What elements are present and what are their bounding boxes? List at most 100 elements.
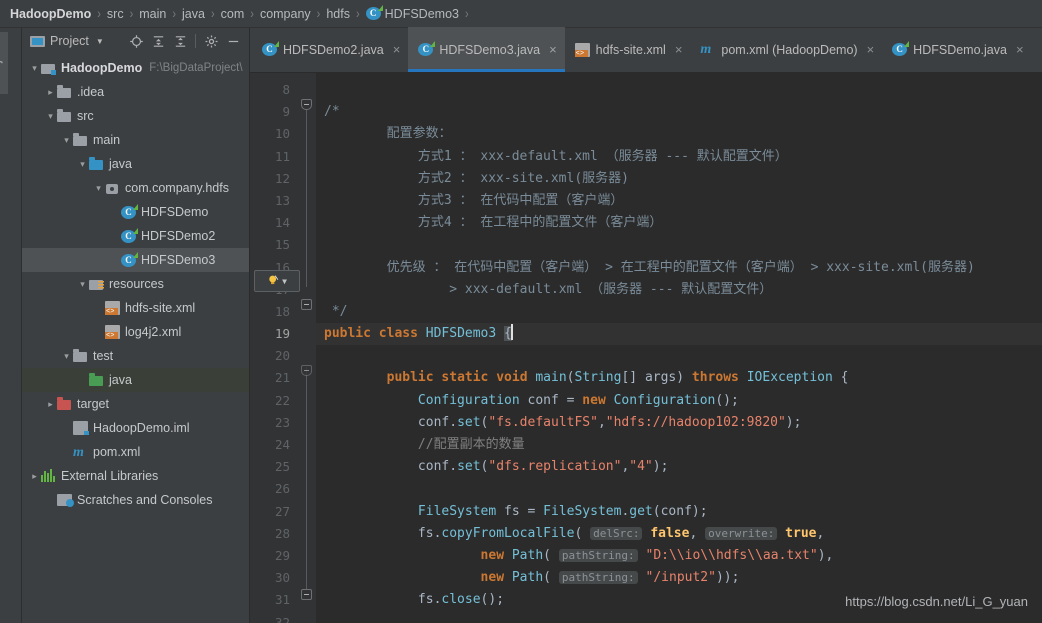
breadcrumb-item-main[interactable]: main [139, 7, 166, 21]
locate-icon[interactable] [126, 31, 146, 51]
code-line-9[interactable]: /* [316, 101, 1042, 123]
test-source-folder-icon [89, 373, 104, 388]
code-line-17[interactable]: > xxx-default.xml （服务器 --- 默认配置文件） [316, 279, 1042, 301]
tree-item-test[interactable]: ▾ test [22, 344, 249, 368]
chevron-down-icon[interactable]: ▾ [60, 135, 73, 145]
breadcrumb-label: hdfs [326, 6, 350, 21]
tree-item--idea[interactable]: ▸ .idea [22, 80, 249, 104]
tree-item-hdfs-site-xml[interactable]: hdfs-site.xml [22, 296, 249, 320]
breadcrumb-item-hdfs[interactable]: hdfs [326, 7, 350, 21]
chevron-down-icon[interactable]: ▾ [28, 63, 41, 73]
collapse-all-icon[interactable] [170, 31, 190, 51]
tree-item-scratches-and-consoles[interactable]: Scratches and Consoles [22, 488, 249, 512]
chevron-down-icon[interactable]: ▾ [60, 351, 73, 361]
code-line-30[interactable]: new Path( pathString: "/input2")); [316, 567, 1042, 589]
tree-item-label: HadoopDemo.iml [93, 421, 190, 435]
code-line-18[interactable]: */ [316, 301, 1042, 323]
tree-item-java[interactable]: java [22, 368, 249, 392]
tree-item-com-company-hdfs[interactable]: ▾ com.company.hdfs [22, 176, 249, 200]
project-tree[interactable]: ▾ HadoopDemo F:\BigDataProject\ ▸ .idea ▾ src ▾… [22, 54, 249, 623]
tree-item-hdfsdemo3[interactable]: C HDFSDemo3 [22, 248, 249, 272]
chevron-right-icon[interactable]: ▸ [44, 399, 57, 409]
tree-item-log4j2-xml[interactable]: log4j2.xml [22, 320, 249, 344]
code-line-27[interactable]: FileSystem fs = FileSystem.get(conf); [316, 501, 1042, 523]
breadcrumb-item-hdfsdemo3[interactable]: C HDFSDemo3 [365, 5, 459, 21]
breadcrumb-label: com [220, 6, 245, 21]
hide-panel-icon[interactable] [223, 31, 243, 51]
code-line-11[interactable]: 方式1 ： xxx-default.xml （服务器 --- 默认配置文件） [316, 146, 1042, 168]
breadcrumb-item-com[interactable]: com [221, 7, 245, 21]
code-content[interactable]: /* 配置参数： 方式1 ： xxx-default.xml （服务器 --- … [316, 73, 1042, 623]
code-line-20[interactable] [316, 345, 1042, 367]
java-class-icon: C [121, 203, 138, 219]
module-icon [41, 61, 56, 76]
settings-gear-icon[interactable] [201, 31, 221, 51]
code-folding-column[interactable] [298, 73, 316, 623]
chevron-down-icon[interactable]: ▾ [76, 279, 89, 289]
tree-item-hdfsdemo2[interactable]: C HDFSDemo2 [22, 224, 249, 248]
code-line-32[interactable] [316, 612, 1042, 623]
code-line-15[interactable] [316, 234, 1042, 256]
code-line-10[interactable]: 配置参数： [316, 123, 1042, 145]
code-line-12[interactable]: 方式2 ： xxx-site.xml(服务器) [316, 168, 1042, 190]
editor-tab-hdfsdemo3-java[interactable]: C HDFSDemo3.java × [408, 27, 565, 72]
tree-item-hadoopdemo-iml[interactable]: HadoopDemo.iml [22, 416, 249, 440]
code-line-14[interactable]: 方式4 ： 在工程中的配置文件（客户端） [316, 212, 1042, 234]
breadcrumb-item-company[interactable]: company [260, 7, 311, 21]
close-icon[interactable]: × [675, 43, 683, 56]
chevron-down-icon[interactable]: ▾ [44, 111, 57, 121]
close-icon[interactable]: × [549, 43, 557, 56]
code-line-22[interactable]: Configuration conf = new Configuration()… [316, 390, 1042, 412]
breadcrumb-item-src[interactable]: src [107, 7, 124, 21]
code-line-26[interactable] [316, 478, 1042, 500]
tree-item-external-libraries[interactable]: ▸ External Libraries [22, 464, 249, 488]
fold-toggle-comment-end[interactable] [301, 299, 312, 310]
code-line-25[interactable]: conf.set("dfs.replication","4"); [316, 456, 1042, 478]
fold-toggle-comment[interactable] [301, 99, 312, 110]
editor-tab-pom-xml-hadoopdemo-[interactable]: m pom.xml (HadoopDemo) × [690, 27, 882, 72]
code-line-23[interactable]: conf.set("fs.defaultFS","hdfs://hadoop10… [316, 412, 1042, 434]
tree-item-main[interactable]: ▾ main [22, 128, 249, 152]
intention-bulb-popup[interactable]: ▼ [254, 270, 300, 292]
code-editor[interactable]: 8910111213141516171819202122232425262728… [250, 73, 1042, 623]
close-icon[interactable]: × [867, 43, 875, 56]
fold-toggle-method[interactable] [301, 365, 312, 376]
project-view-selector[interactable]: Project ▼ [26, 33, 108, 49]
breadcrumb-item-java[interactable]: java [182, 7, 205, 21]
tree-item-hadoopdemo[interactable]: ▾ HadoopDemo F:\BigDataProject\ [22, 56, 249, 80]
code-line-19[interactable]: public class HDFSDemo3 { [316, 323, 1042, 346]
chevron-down-icon[interactable]: ▾ [76, 159, 89, 169]
tree-item-pom-xml[interactable]: m pom.xml [22, 440, 249, 464]
code-line-21[interactable]: public static void main(String[] args) t… [316, 367, 1042, 389]
code-line-8[interactable] [316, 79, 1042, 101]
tree-item-resources[interactable]: ▾ resources [22, 272, 249, 296]
code-line-13[interactable]: 方式3 ： 在代码中配置（客户端） [316, 190, 1042, 212]
editor-tab-hdfsdemo-java[interactable]: C HDFSDemo.java × [882, 27, 1031, 72]
code-line-16[interactable]: 优先级 ： 在代码中配置（客户端） > 在工程中的配置文件（客户端） > xxx… [316, 257, 1042, 279]
line-number: 11 [274, 148, 290, 164]
editor-tab-hdfs-site-xml[interactable]: hdfs-site.xml × [565, 27, 691, 72]
code-line-29[interactable]: new Path( pathString: "D:\\io\\hdfs\\aa.… [316, 545, 1042, 567]
chevron-right-icon[interactable]: ▸ [44, 87, 57, 97]
tree-item-java[interactable]: ▾ java [22, 152, 249, 176]
code-line-24[interactable]: //配置副本的数量 [316, 434, 1042, 456]
code-line-28[interactable]: fs.copyFromLocalFile( delSrc: false, ove… [316, 523, 1042, 545]
fold-toggle-class[interactable] [301, 589, 312, 600]
editor-tab-hdfsdemo2-java[interactable]: C HDFSDemo2.java × [252, 27, 408, 72]
tree-item-hdfsdemo[interactable]: C HDFSDemo [22, 200, 249, 224]
iml-file-icon [73, 421, 89, 435]
chevron-down-icon[interactable]: ▾ [92, 183, 105, 193]
close-icon[interactable]: × [1016, 43, 1024, 56]
expand-all-icon[interactable] [148, 31, 168, 51]
close-icon[interactable]: × [393, 43, 401, 56]
tree-item-src[interactable]: ▾ src [22, 104, 249, 128]
toolwindow-button-project[interactable]: Project [0, 32, 8, 94]
source-folder-icon [89, 157, 104, 172]
breadcrumb-item-hadoopdemo[interactable]: HadoopDemo [10, 7, 91, 21]
tree-item-target[interactable]: ▸ target [22, 392, 249, 416]
breadcrumb-label: java [182, 6, 205, 21]
editor-tab-label: HDFSDemo3.java [439, 42, 541, 57]
chevron-right-icon[interactable]: ▸ [28, 471, 41, 481]
editor-gutter[interactable]: 8910111213141516171819202122232425262728… [250, 73, 312, 623]
chevron-down-icon[interactable]: ▼ [282, 277, 287, 286]
